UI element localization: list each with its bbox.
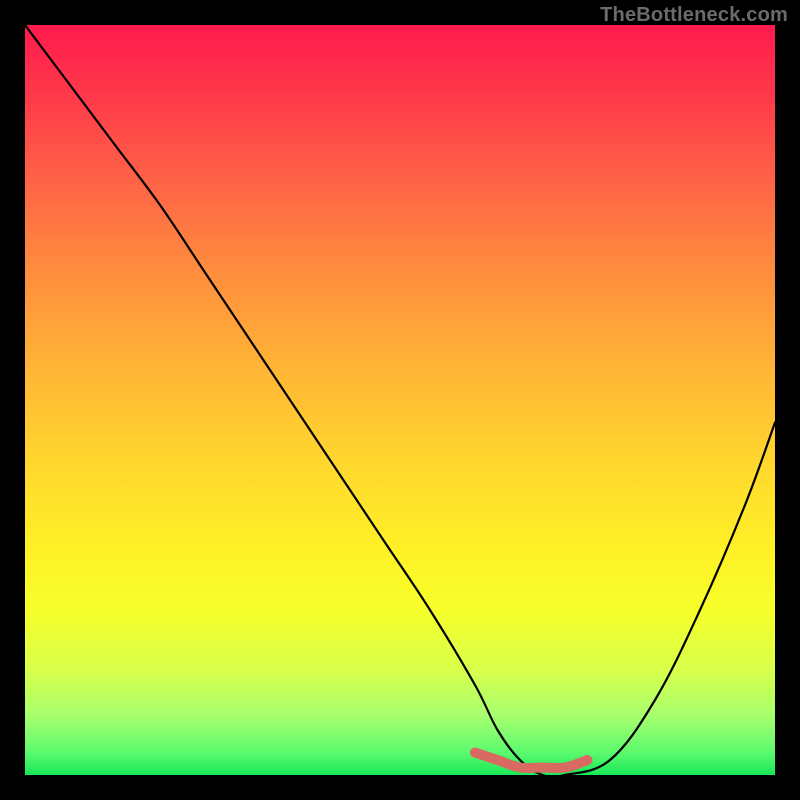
plot-area [25, 25, 775, 775]
bottleneck-curve [25, 25, 775, 775]
chart-container: TheBottleneck.com [0, 0, 800, 800]
watermark-label: TheBottleneck.com [600, 4, 788, 27]
